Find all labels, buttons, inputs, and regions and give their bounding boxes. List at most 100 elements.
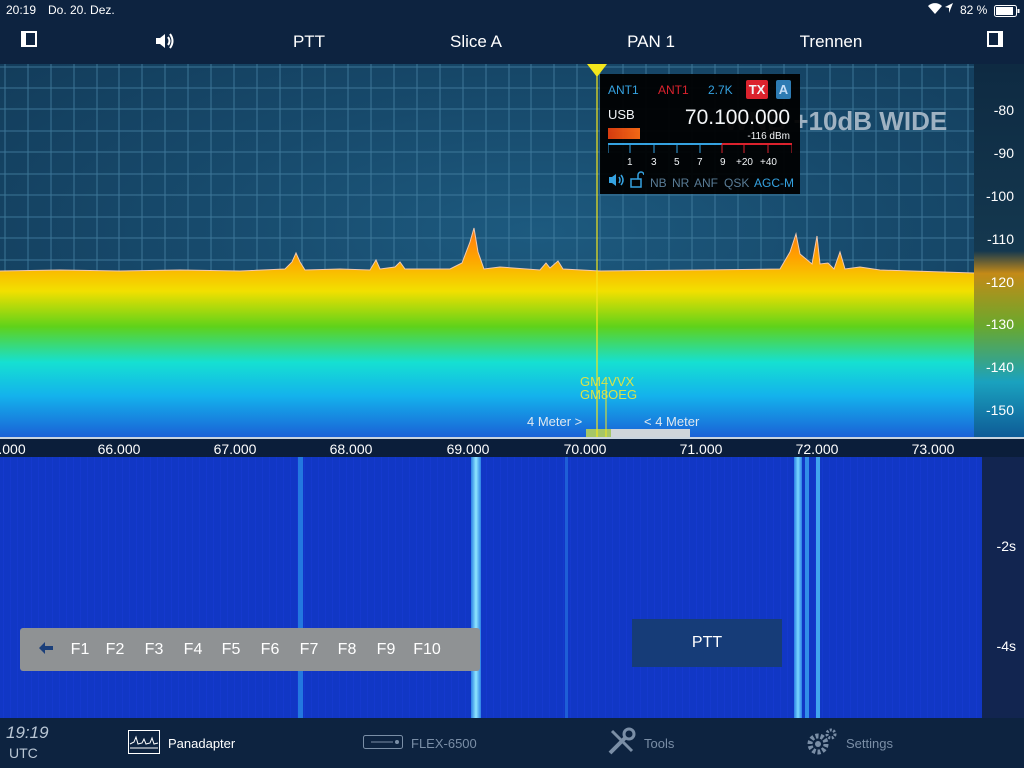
signal-trace — [805, 457, 809, 718]
slice-letter[interactable]: A — [776, 80, 791, 99]
nav-slice-button[interactable]: Slice A — [450, 32, 502, 52]
fkey-button[interactable]: F8 — [338, 641, 357, 659]
freq-label: 73.000 — [911, 441, 955, 457]
waterfall-noise — [0, 457, 982, 718]
tab-radio[interactable]: FLEX-6500 — [363, 718, 477, 768]
frequency-axis[interactable]: .000 66.000 67.000 68.000 69.000 70.000 … — [0, 437, 1024, 457]
panadapter-spectrum[interactable]: WNB +10dB WIDE GM4VVX GM8OEG 4 Meter > <… — [0, 64, 974, 438]
waterfall-display[interactable] — [0, 457, 982, 718]
freq-label: 66.000 — [97, 441, 141, 457]
spot-label-2[interactable]: GM8OEG — [580, 388, 637, 401]
fkey-button[interactable]: F5 — [222, 641, 241, 659]
freq-label: 72.000 — [795, 441, 839, 457]
slice-audio-icon[interactable] — [608, 173, 626, 190]
time-label: -2s — [996, 538, 1016, 554]
bottom-tab-bar: 19:19 UTC Panadapter FLEX-6500 Tools Set… — [0, 718, 1024, 768]
db-scale[interactable]: -80 -90 -100 -110 -120 -130 -140 -150 — [974, 64, 1024, 438]
fkey-button[interactable]: F3 — [145, 641, 164, 659]
battery-percent: 82 % — [960, 3, 988, 17]
back-arrow-icon[interactable] — [38, 641, 54, 660]
dsp-qsk[interactable]: QSK — [724, 176, 749, 190]
signal-trace — [565, 457, 568, 718]
db-label: -110 — [987, 231, 1014, 247]
battery-icon — [994, 5, 1020, 20]
freq-label: .000 — [0, 441, 26, 457]
db-label: -130 — [985, 316, 1014, 332]
mode-label[interactable]: USB — [608, 107, 635, 122]
band-label-right: < 4 Meter — [644, 414, 700, 429]
nav-disconnect-button[interactable]: Trennen — [800, 32, 863, 52]
dsp-agc[interactable]: AGC-M — [754, 176, 794, 190]
dsp-nr[interactable]: NR — [672, 176, 689, 190]
tab-settings-label: Settings — [846, 735, 893, 751]
fkey-button[interactable]: F10 — [413, 641, 441, 659]
tools-icon — [606, 727, 636, 760]
meter-label: 7 — [697, 157, 703, 168]
nav-ptt-button[interactable]: PTT — [293, 32, 325, 52]
fkey-button[interactable]: F9 — [377, 641, 396, 659]
tab-settings[interactable]: Settings — [806, 718, 893, 768]
spot-labels[interactable]: GM4VVX GM8OEG — [580, 375, 637, 401]
speaker-icon[interactable] — [154, 32, 176, 55]
rx-antenna[interactable]: ANT1 — [608, 83, 639, 97]
s-meter-scale — [608, 143, 792, 153]
meter-label: 9 — [720, 157, 726, 168]
meter-label: 5 — [674, 157, 680, 168]
utc-label: UTC — [9, 745, 38, 761]
fkey-button[interactable]: F2 — [106, 641, 125, 659]
tab-radio-label: FLEX-6500 — [411, 735, 477, 751]
signal-trace — [794, 457, 802, 718]
fkey-button[interactable]: F1 — [71, 641, 90, 659]
time-label: -4s — [996, 638, 1016, 654]
freq-label: 67.000 — [213, 441, 257, 457]
freq-label: 70.000 — [563, 441, 607, 457]
band-label-left: 4 Meter > — [527, 414, 583, 429]
db-label: -100 — [985, 188, 1014, 204]
status-date: Do. 20. Dez. — [48, 3, 115, 17]
dsp-nb[interactable]: NB — [650, 176, 667, 190]
tab-panadapter[interactable]: Panadapter — [128, 718, 235, 768]
meter-label: 3 — [651, 157, 657, 168]
filter-passband — [586, 429, 611, 437]
wifi-icon — [927, 2, 943, 18]
waterfall-time-scale: -2s -4s — [982, 457, 1024, 718]
panadapter-icon — [128, 729, 160, 757]
tab-tools-label: Tools — [644, 735, 675, 751]
status-bar: 20:19 Do. 20. Dez. 82 % — [0, 0, 1024, 20]
signal-trace — [816, 457, 820, 718]
freq-label: 71.000 — [679, 441, 723, 457]
meter-label: 1 — [627, 157, 633, 168]
fkey-button[interactable]: F6 — [261, 641, 280, 659]
fkey-button[interactable]: F4 — [184, 641, 203, 659]
dsp-anf[interactable]: ANF — [694, 176, 718, 190]
meter-label: +20 — [736, 157, 753, 168]
radio-icon — [363, 734, 403, 752]
slice-popup[interactable]: ANT1 ANT1 2.7K TX A USB 70.100.000 -116 … — [600, 74, 800, 194]
nav-pan-button[interactable]: PAN 1 — [627, 32, 675, 52]
freq-label: 68.000 — [329, 441, 373, 457]
signal-level: -116 dBm — [747, 131, 790, 142]
fkey-button[interactable]: F7 — [300, 641, 319, 659]
signal-trace — [471, 457, 481, 718]
ptt-button[interactable]: PTT — [632, 619, 782, 667]
filter-bandwidth[interactable]: 2.7K — [708, 83, 733, 97]
status-time: 20:19 — [6, 3, 37, 17]
db-label: -120 — [985, 274, 1014, 290]
utc-clock: 19:19 — [6, 723, 49, 742]
function-key-bar: F1 F2 F3 F4 F5 F6 F7 F8 F9 F10 — [20, 628, 480, 671]
tx-antenna[interactable]: ANT1 — [658, 83, 689, 97]
location-icon — [944, 2, 954, 17]
tab-panadapter-label: Panadapter — [168, 735, 236, 751]
db-label: -140 — [985, 359, 1014, 375]
slice-frequency[interactable]: 70.100.000 — [685, 106, 790, 130]
tab-tools[interactable]: Tools — [606, 718, 674, 768]
lock-open-icon[interactable] — [630, 171, 645, 191]
signal-trace — [298, 457, 303, 718]
right-panel-toggle-icon[interactable] — [987, 31, 1003, 47]
db-label: -150 — [985, 402, 1014, 418]
gear-icon — [806, 727, 838, 760]
db-label: -80 — [993, 102, 1014, 118]
tx-badge[interactable]: TX — [746, 80, 768, 99]
s-meter-bar — [608, 128, 640, 139]
left-panel-toggle-icon[interactable] — [21, 31, 37, 47]
